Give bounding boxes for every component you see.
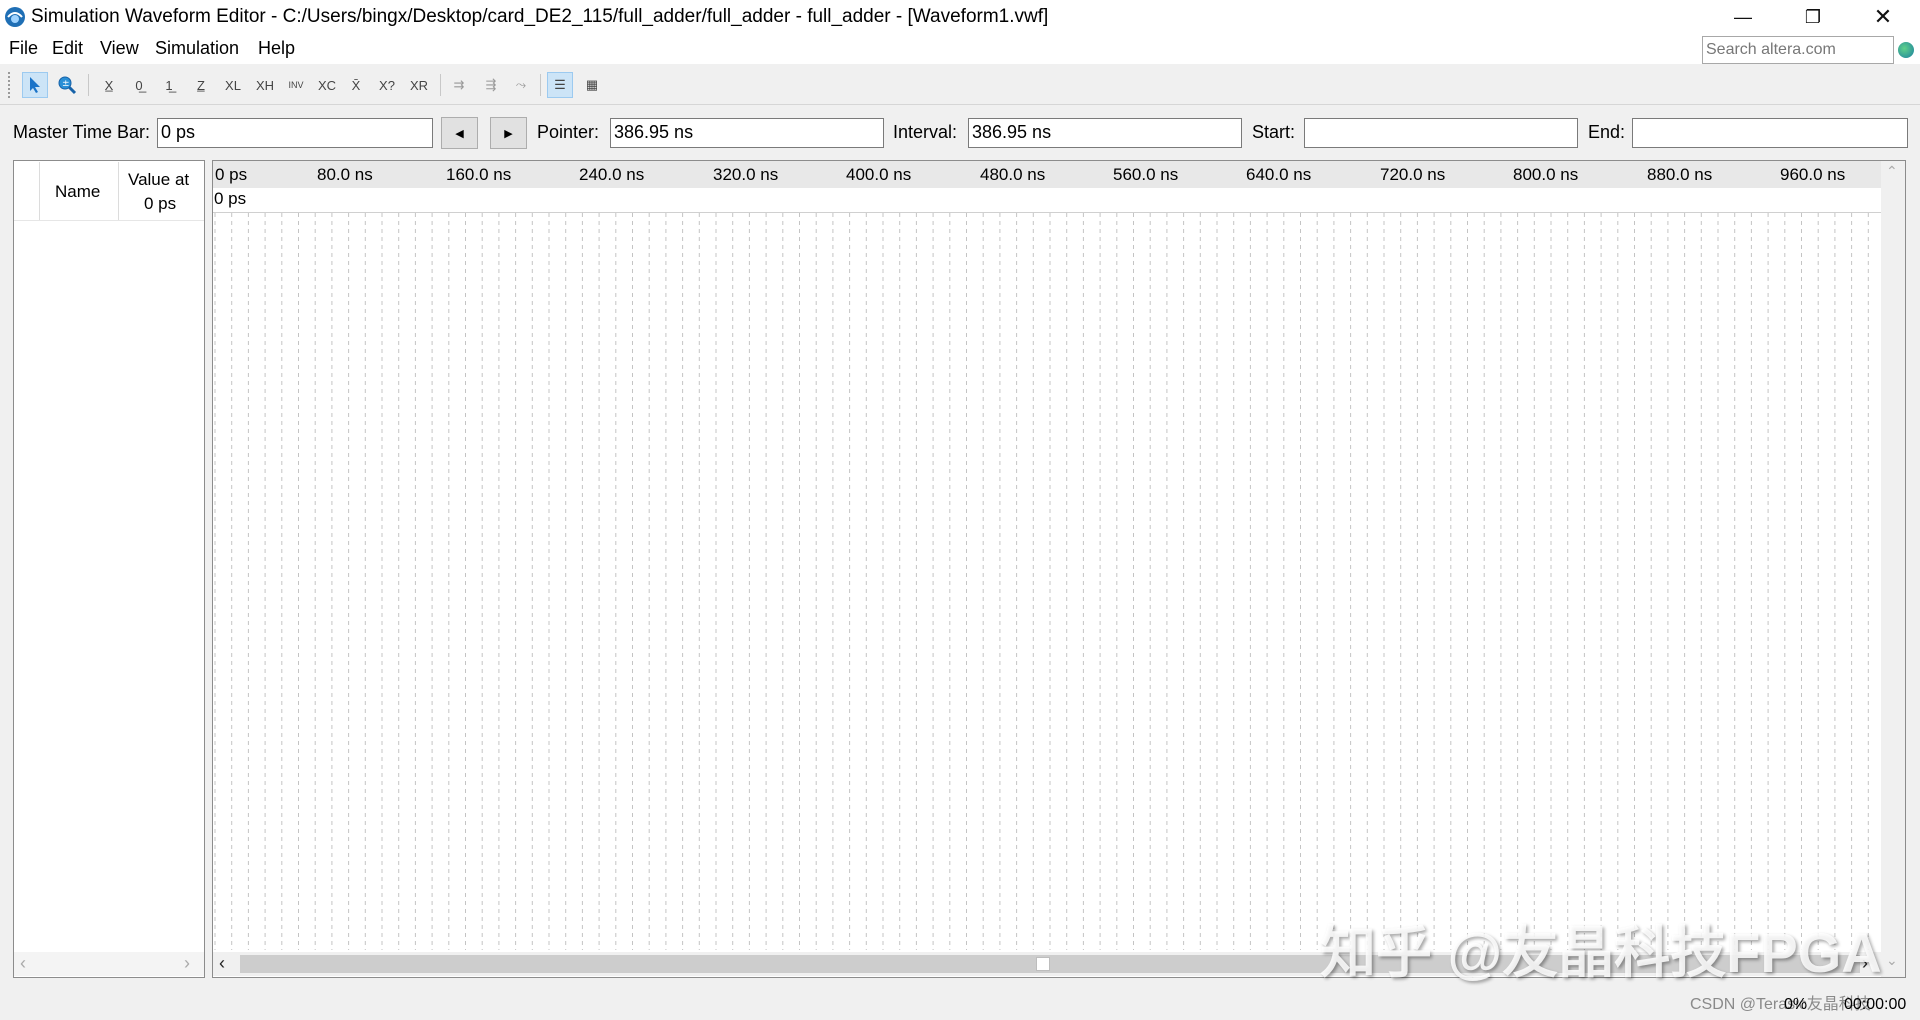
scroll-up-icon[interactable]: ⌃ [1886, 163, 1898, 180]
menu-edit[interactable]: Edit [52, 38, 83, 59]
ruler-tick-label: 720.0 ns [1380, 165, 1446, 184]
ruler-tick-label: 880.0 ns [1647, 165, 1713, 184]
group-icon[interactable]: ▦ [579, 72, 605, 98]
master-time-bar-marker-label: 0 ps [214, 189, 247, 208]
end-label: End: [1588, 122, 1626, 142]
menu-file[interactable]: File [9, 38, 38, 59]
start-field[interactable] [1304, 118, 1578, 148]
watermark: 知乎 @友晶科技FPGA [1320, 921, 1882, 984]
toolbar-separator [440, 74, 441, 96]
arbitrary-value-icon[interactable]: X? [374, 72, 400, 98]
random-value-icon[interactable]: XR [406, 72, 432, 98]
pointer-field[interactable]: 386.95 ns [610, 118, 884, 148]
start-label: Start: [1252, 122, 1296, 142]
ruler-tick-label: 960.0 ns [1780, 165, 1846, 184]
toolbar-separator [88, 74, 89, 96]
menu-view[interactable]: View [100, 38, 139, 59]
invert-icon[interactable]: INV [283, 72, 309, 98]
zoom-tool-icon[interactable]: ± [54, 72, 80, 98]
ruler-tick-label: 400.0 ns [846, 165, 912, 184]
forcing-unknown-icon[interactable]: X̲ [96, 72, 122, 98]
column-divider[interactable] [39, 162, 40, 220]
status-progress: 0% [1784, 996, 1808, 1013]
toolbar-grip[interactable] [8, 72, 13, 98]
name-column-header[interactable]: Name [55, 182, 100, 202]
master-time-bar-label: Master Time Bar: [13, 122, 151, 142]
waveform-grid[interactable] [213, 213, 1881, 950]
scroll-right-icon[interactable]: › [184, 953, 190, 974]
signal-list-panel[interactable] [13, 160, 205, 978]
prev-transition-button[interactable]: ◀ [441, 117, 478, 149]
next-transition-button[interactable]: ▶ [490, 117, 527, 149]
toolbar-separator [540, 74, 541, 96]
selection-tool-icon[interactable] [22, 72, 48, 98]
high-impedance-icon[interactable]: Z̲ [188, 72, 214, 98]
minimize-icon[interactable]: — [1714, 0, 1772, 34]
ruler-tick-label: 240.0 ns [579, 165, 645, 184]
transition-icon[interactable]: ⤳ [508, 72, 534, 98]
close-icon[interactable]: ✕ [1854, 0, 1912, 34]
grid-settings-icon[interactable]: ⇶ [478, 72, 504, 98]
value-column-header-line2[interactable]: 0 ps [144, 194, 176, 214]
scroll-left-icon[interactable]: ‹ [219, 953, 225, 974]
restore-icon[interactable]: ❐ [1784, 0, 1842, 34]
ruler-tick-label: 800.0 ns [1513, 165, 1579, 184]
globe-icon[interactable] [1898, 42, 1914, 58]
status-elapsed-time: 00:00:00 [1844, 996, 1907, 1013]
svg-text:±: ± [62, 79, 70, 89]
interval-field[interactable]: 386.95 ns [968, 118, 1242, 148]
interval-label: Interval: [893, 122, 958, 142]
forcing-low-icon[interactable]: 0̲ [126, 72, 152, 98]
app-icon [5, 7, 25, 27]
header-divider [14, 220, 204, 221]
clock-value-icon[interactable]: X̄ [343, 72, 369, 98]
master-time-bar-row[interactable]: 0 ps [213, 188, 1881, 213]
ruler-tick-label: 640.0 ns [1246, 165, 1312, 184]
scroll-thumb-grip[interactable] [1036, 957, 1050, 971]
value-column-header-line1[interactable]: Value at [128, 170, 189, 190]
time-ruler[interactable]: 0 ps 80.0 ns 160.0 ns 240.0 ns 320.0 ns … [213, 161, 1881, 189]
scroll-down-icon[interactable]: ⌄ [1886, 952, 1898, 969]
menu-help[interactable]: Help [258, 38, 295, 59]
ruler-tick-label: 160.0 ns [446, 165, 512, 184]
menu-simulation[interactable]: Simulation [155, 38, 239, 59]
count-value-icon[interactable]: XC [314, 72, 340, 98]
snap-to-grid-icon[interactable]: ⇉ [446, 72, 472, 98]
signal-list-scrollbar[interactable] [14, 952, 204, 976]
ruler-tick-label: 320.0 ns [713, 165, 779, 184]
pointer-label: Pointer: [537, 122, 600, 142]
forcing-high-icon[interactable]: 1̲ [156, 72, 182, 98]
window-title: Simulation Waveform Editor - C:/Users/bi… [31, 6, 1049, 27]
end-field[interactable] [1632, 118, 1908, 148]
ruler-tick-label: 480.0 ns [980, 165, 1046, 184]
column-divider[interactable] [118, 162, 119, 220]
master-time-bar-field[interactable]: 0 ps [157, 118, 433, 148]
vertical-scrollbar[interactable] [1881, 161, 1905, 977]
weak-low-icon[interactable]: XL [220, 72, 246, 98]
search-input[interactable]: Search altera.com [1702, 36, 1894, 64]
waveform-view-icon[interactable]: ☰ [547, 72, 573, 98]
ruler-tick-label: 80.0 ns [317, 165, 373, 184]
weak-high-icon[interactable]: XH [252, 72, 278, 98]
ruler-tick-label: 560.0 ns [1113, 165, 1179, 184]
scroll-left-icon[interactable]: ‹ [20, 953, 26, 974]
ruler-tick-label: 0 ps [215, 165, 248, 184]
